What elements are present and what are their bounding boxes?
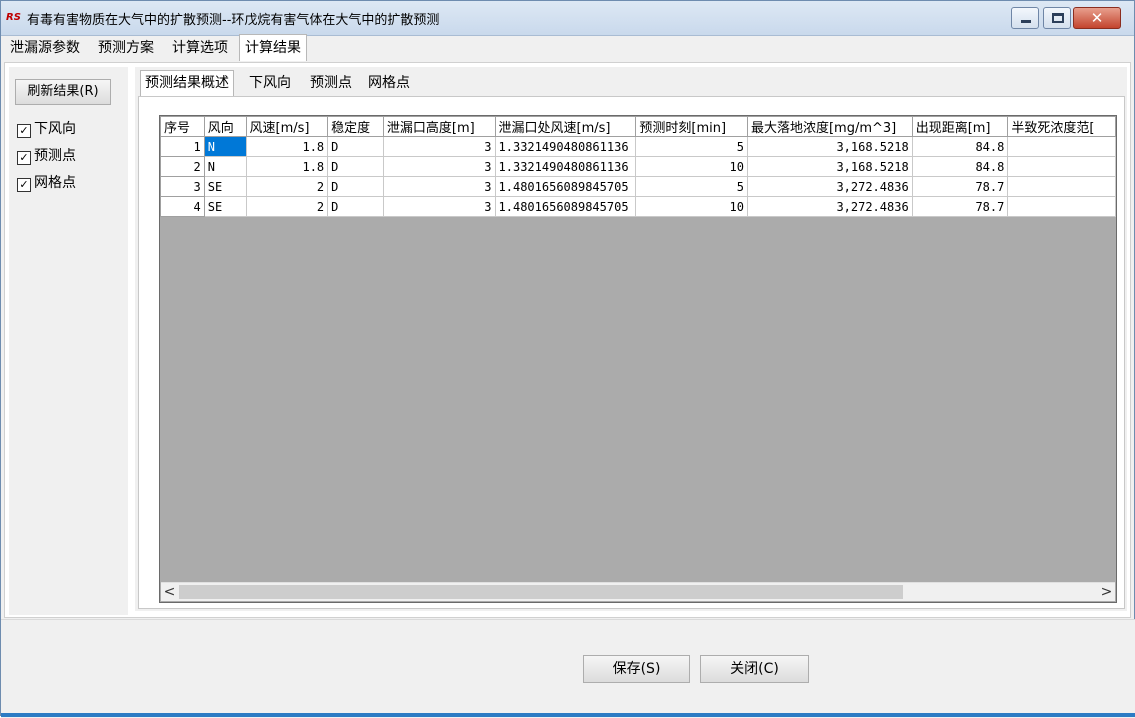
maximize-icon	[1052, 13, 1064, 23]
cell-stability[interactable]: D	[327, 156, 384, 177]
col-header[interactable]: 泄漏口高度[m]	[382, 116, 496, 137]
refresh-results-button[interactable]: 刷新结果(R)	[15, 79, 111, 105]
cell-stability[interactable]: D	[327, 136, 384, 157]
tab-calc-results[interactable]: 计算结果	[239, 34, 307, 61]
cell-max-concentration[interactable]: 3,168.5218	[746, 156, 913, 177]
table-row[interactable]: 4 SE 2 D 3 1.4801656089845705 10 3,272.4…	[160, 196, 1116, 217]
title-bar[interactable]: RS 有毒有害物质在大气中的扩散预测--环戊烷有害气体在大气中的扩散预测 ✕	[1, 1, 1134, 36]
cell-leak-wind-speed[interactable]: 1.4801656089845705	[494, 196, 637, 217]
col-header[interactable]: 序号	[160, 116, 205, 137]
col-header[interactable]: 出现距离[m]	[911, 116, 1009, 137]
cell-max-concentration[interactable]: 3,168.5218	[746, 136, 913, 157]
col-header[interactable]: 风速[m/s]	[245, 116, 329, 137]
col-header[interactable]: 半致死浓度范[	[1007, 116, 1116, 137]
col-header[interactable]: 泄漏口处风速[m/s]	[494, 116, 637, 137]
cell-leak-height[interactable]: 3	[382, 176, 496, 197]
close-button[interactable]: 关闭(C)	[700, 655, 809, 683]
row-number[interactable]: 2	[160, 156, 205, 177]
cell-wind-direction[interactable]: N	[203, 136, 247, 157]
window-title: 有毒有害物质在大气中的扩散预测--环戊烷有害气体在大气中的扩散预测	[27, 13, 440, 28]
table-row[interactable]: 1 N 1.8 D 3 1.3321490480861136 5 3,168.5…	[160, 136, 1116, 157]
cell-leak-wind-speed[interactable]: 1.3321490480861136	[494, 156, 637, 177]
checkbox-icon[interactable]: ✓	[17, 124, 31, 138]
cell-wind-speed[interactable]: 2	[245, 176, 329, 197]
horizontal-scrollbar[interactable]: < >	[161, 582, 1115, 601]
cell-wind-speed[interactable]: 1.8	[245, 156, 329, 177]
cell-predict-time[interactable]: 10	[635, 156, 748, 177]
tab-leak-source[interactable]: 泄漏源参数	[5, 36, 85, 61]
table-row[interactable]: 3 SE 2 D 3 1.4801656089845705 5 3,272.48…	[160, 176, 1116, 197]
row-number[interactable]: 1	[160, 136, 205, 157]
tab-calc-options[interactable]: 计算选项	[167, 36, 233, 61]
checkbox-icon[interactable]: ✓	[17, 178, 31, 192]
col-header[interactable]: 稳定度	[327, 116, 384, 137]
cell-max-concentration[interactable]: 3,272.4836	[746, 196, 913, 217]
cell-wind-direction[interactable]: SE	[203, 196, 247, 217]
scrollbar-thumb[interactable]	[179, 585, 903, 599]
main-window: RS 有毒有害物质在大气中的扩散预测--环戊烷有害气体在大气中的扩散预测 ✕ 泄…	[0, 0, 1135, 718]
col-header[interactable]: 预测时刻[min]	[635, 116, 748, 137]
checkbox-icon[interactable]: ✓	[17, 151, 31, 165]
close-window-button[interactable]: ✕	[1073, 7, 1121, 29]
cell-wind-speed[interactable]: 2	[245, 196, 329, 217]
checkbox-grid-points-label: 网格点	[34, 175, 76, 191]
tab-summary[interactable]: 预测结果概述	[140, 70, 234, 96]
col-header[interactable]: 风向	[203, 116, 247, 137]
cell-wind-speed[interactable]: 1.8	[245, 136, 329, 157]
header-row: 序号 风向 风速[m/s] 稳定度 泄漏口高度[m] 泄漏口处风速[m/s] 预…	[160, 116, 1116, 137]
minimize-button[interactable]	[1011, 7, 1039, 29]
cell-lethal-range[interactable]	[1007, 176, 1116, 197]
cell-predict-time[interactable]: 5	[635, 176, 748, 197]
row-number[interactable]: 4	[160, 196, 205, 217]
app-logo-icon: RS	[6, 12, 21, 23]
row-number[interactable]: 3	[160, 176, 205, 197]
cell-distance[interactable]: 84.8	[911, 156, 1009, 177]
cell-wind-direction[interactable]: SE	[203, 176, 247, 197]
bottom-button-bar	[1, 619, 1135, 718]
tab-prediction-plan[interactable]: 预测方案	[93, 36, 159, 61]
cell-lethal-range[interactable]	[1007, 196, 1116, 217]
tab-prediction-points[interactable]: 预测点	[306, 71, 356, 95]
results-table: 序号 风向 风速[m/s] 稳定度 泄漏口高度[m] 泄漏口处风速[m/s] 预…	[160, 116, 1116, 217]
cell-predict-time[interactable]: 5	[635, 136, 748, 157]
checkbox-downwind[interactable]: ✓ 下风向	[17, 119, 76, 139]
checkbox-prediction-points[interactable]: ✓ 预测点	[17, 146, 76, 166]
cell-distance[interactable]: 78.7	[911, 196, 1009, 217]
close-icon: ✕	[1090, 9, 1104, 27]
cell-stability[interactable]: D	[327, 176, 384, 197]
cell-leak-height[interactable]: 3	[382, 156, 496, 177]
tab-downwind[interactable]: 下风向	[245, 71, 295, 95]
checkbox-downwind-label: 下风向	[34, 121, 76, 137]
taskbar-edge	[1, 713, 1135, 717]
cell-leak-height[interactable]: 3	[382, 136, 496, 157]
cell-leak-wind-speed[interactable]: 1.3321490480861136	[494, 136, 637, 157]
scroll-right-icon[interactable]: >	[1098, 583, 1115, 601]
tab-grid-points[interactable]: 网格点	[364, 71, 414, 95]
minimize-icon	[1021, 20, 1031, 23]
cell-leak-height[interactable]: 3	[382, 196, 496, 217]
cell-predict-time[interactable]: 10	[635, 196, 748, 217]
cell-lethal-range[interactable]	[1007, 156, 1116, 177]
results-grid[interactable]: 序号 风向 风速[m/s] 稳定度 泄漏口高度[m] 泄漏口处风速[m/s] 预…	[159, 115, 1117, 603]
col-header[interactable]: 最大落地浓度[mg/m^3]	[746, 116, 913, 137]
maximize-button[interactable]	[1043, 7, 1071, 29]
save-button[interactable]: 保存(S)	[583, 655, 690, 683]
cell-wind-direction[interactable]: N	[203, 156, 247, 177]
cell-distance[interactable]: 84.8	[911, 136, 1009, 157]
cell-lethal-range[interactable]	[1007, 136, 1116, 157]
table-row[interactable]: 2 N 1.8 D 3 1.3321490480861136 10 3,168.…	[160, 156, 1116, 177]
cell-stability[interactable]: D	[327, 196, 384, 217]
checkbox-grid-points[interactable]: ✓ 网格点	[17, 173, 76, 193]
cell-leak-wind-speed[interactable]: 1.4801656089845705	[494, 176, 637, 197]
checkbox-prediction-points-label: 预测点	[34, 148, 76, 164]
scroll-left-icon[interactable]: <	[161, 583, 178, 601]
cell-distance[interactable]: 78.7	[911, 176, 1009, 197]
cell-max-concentration[interactable]: 3,272.4836	[746, 176, 913, 197]
